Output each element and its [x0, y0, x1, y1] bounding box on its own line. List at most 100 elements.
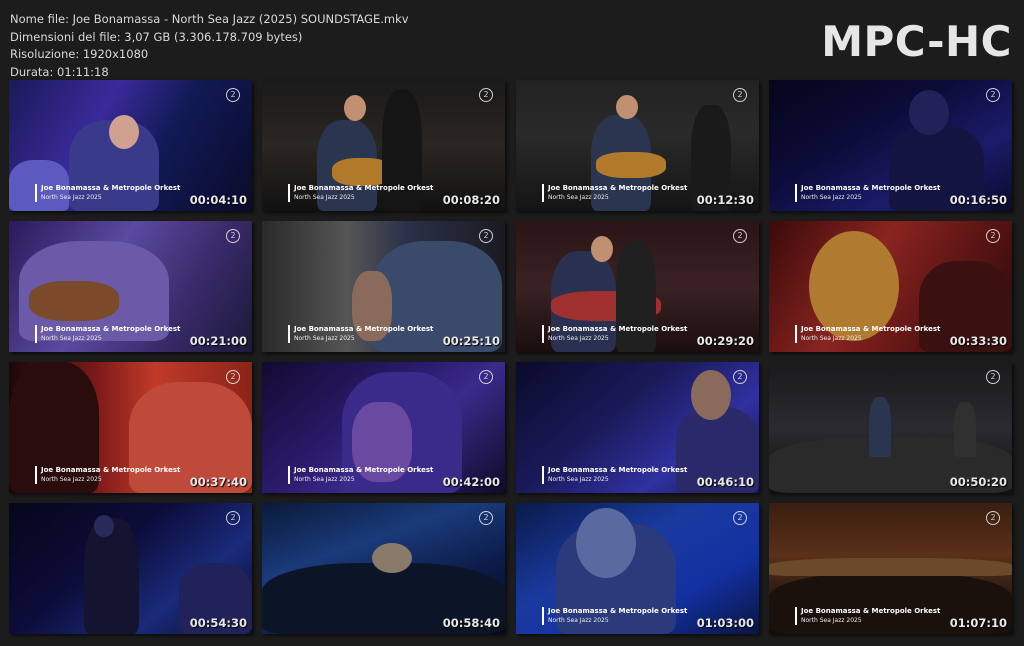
- caption-title: Joe Bonamassa & Metropole Orkest: [801, 325, 941, 333]
- lower-third-caption: Joe Bonamassa & Metropole Orkest North Se…: [542, 184, 687, 202]
- video-thumbnail: 2 Joe Bonamassa & Metropole Orkest North S…: [262, 80, 505, 211]
- scene-shape: [954, 402, 976, 457]
- caption-subtitle: North Sea Jazz 2025: [41, 194, 102, 201]
- thumbnail-timestamp: 00:50:20: [949, 475, 1007, 489]
- thumbnail-timestamp: 00:16:50: [949, 193, 1007, 207]
- video-thumbnail: 2 Joe Bonamassa & Metropole Orkest North S…: [9, 362, 252, 493]
- caption-subtitle: North Sea Jazz 2025: [548, 476, 609, 483]
- caption-title: Joe Bonamassa & Metropole Orkest: [548, 607, 688, 615]
- scene-shape: [591, 236, 613, 262]
- caption-subtitle: North Sea Jazz 2025: [548, 194, 609, 201]
- lower-third-caption: Joe Bonamassa & Metropole Orkest North Se…: [795, 184, 940, 202]
- video-thumbnail: 2 00:50:20: [769, 362, 1012, 493]
- caption-title: Joe Bonamassa & Metropole Orkest: [548, 466, 688, 474]
- thumbnail-timestamp: 00:46:10: [696, 475, 754, 489]
- video-thumbnail: 2 00:54:30: [9, 503, 252, 634]
- lower-third-caption: Joe Bonamassa & Metropole Orkest North Se…: [542, 607, 687, 625]
- channel-logo-icon: 2: [479, 370, 495, 384]
- scene-shape: [84, 518, 139, 634]
- caption-title: Joe Bonamassa & Metropole Orkest: [801, 607, 941, 615]
- caption-title: Joe Bonamassa & Metropole Orkest: [41, 184, 181, 192]
- channel-logo-icon: 2: [733, 511, 749, 525]
- channel-logo-icon: 2: [226, 511, 242, 525]
- video-thumbnail: 2 Joe Bonamassa & Metropole Orkest North S…: [769, 221, 1012, 352]
- video-thumbnail: 2 Joe Bonamassa & Metropole Orkest North S…: [262, 221, 505, 352]
- thumbnail-timestamp: 00:04:10: [189, 193, 247, 207]
- channel-logo-icon: 2: [226, 370, 242, 384]
- lower-third-caption: Joe Bonamassa & Metropole Orkest North Se…: [795, 607, 940, 625]
- scene-shape: [869, 397, 891, 457]
- lower-third-caption: Joe Bonamassa & Metropole Orkest North Se…: [288, 325, 433, 343]
- video-thumbnail: 2 Joe Bonamassa & Metropole Orkest North S…: [262, 362, 505, 493]
- thumbnail-timestamp: 00:54:30: [189, 616, 247, 630]
- caption-title: Joe Bonamassa & Metropole Orkest: [294, 325, 434, 333]
- video-thumbnail: 2 Joe Bonamassa & Metropole Orkest North S…: [516, 221, 759, 352]
- scene-shape: [616, 95, 638, 119]
- video-thumbnail: 2 Joe Bonamassa & Metropole Orkest North S…: [769, 80, 1012, 211]
- channel-logo-icon: 2: [986, 229, 1002, 243]
- scene-shape: [29, 281, 119, 321]
- channel-logo-icon: 2: [733, 229, 749, 243]
- thumbnail-timestamp: 00:37:40: [189, 475, 247, 489]
- scene-shape: [596, 152, 666, 178]
- thumbnail-timestamp: 01:03:00: [696, 616, 754, 630]
- file-name: Nome file: Joe Bonamassa - North Sea Jaz…: [10, 12, 409, 26]
- scene-shape: [372, 543, 412, 573]
- caption-title: Joe Bonamassa & Metropole Orkest: [548, 325, 688, 333]
- scene-shape: [109, 115, 139, 149]
- thumbnail-timestamp: 00:33:30: [949, 334, 1007, 348]
- video-thumbnail: 2 00:58:40: [262, 503, 505, 634]
- channel-logo-icon: 2: [226, 229, 242, 243]
- channel-logo-icon: 2: [986, 370, 1002, 384]
- file-size: Dimensioni del file: 3,07 GB (3.306.178.…: [10, 29, 303, 44]
- caption-subtitle: North Sea Jazz 2025: [294, 476, 355, 483]
- video-thumbnail: 2 Joe Bonamassa & Metropole Orkest North S…: [9, 221, 252, 352]
- caption-subtitle: North Sea Jazz 2025: [41, 335, 102, 342]
- caption-title: Joe Bonamassa & Metropole Orkest: [294, 466, 434, 474]
- scene-shape: [909, 90, 949, 135]
- caption-title: Joe Bonamassa & Metropole Orkest: [801, 184, 941, 192]
- video-thumbnail: 2 Joe Bonamassa & Metropole Orkest North S…: [769, 503, 1012, 634]
- caption-subtitle: North Sea Jazz 2025: [801, 194, 862, 201]
- caption-subtitle: North Sea Jazz 2025: [801, 617, 862, 624]
- video-thumbnail: 2 Joe Bonamassa & Metropole Orkest North S…: [516, 503, 759, 634]
- lower-third-caption: Joe Bonamassa & Metropole Orkest North Se…: [35, 325, 180, 343]
- file-info: Nome file: Joe Bonamassa - North Sea Jaz…: [10, 11, 409, 81]
- caption-subtitle: North Sea Jazz 2025: [41, 476, 102, 483]
- thumbnail-timestamp: 00:42:00: [442, 475, 500, 489]
- thumbnail-timestamp: 00:21:00: [189, 334, 247, 348]
- caption-title: Joe Bonamassa & Metropole Orkest: [41, 325, 181, 333]
- thumbnail-timestamp: 00:08:20: [442, 193, 500, 207]
- caption-title: Joe Bonamassa & Metropole Orkest: [41, 466, 181, 474]
- lower-third-caption: Joe Bonamassa & Metropole Orkest North Se…: [288, 184, 433, 202]
- lower-third-caption: Joe Bonamassa & Metropole Orkest North Se…: [542, 466, 687, 484]
- thumbnail-timestamp: 01:07:10: [949, 616, 1007, 630]
- thumbnail-timestamp: 00:12:30: [696, 193, 754, 207]
- video-thumbnail: 2 Joe Bonamassa & Metropole Orkest North S…: [516, 362, 759, 493]
- video-thumbnail: 2 Joe Bonamassa & Metropole Orkest North S…: [516, 80, 759, 211]
- scene-shape: [94, 515, 114, 537]
- channel-logo-icon: 2: [986, 88, 1002, 102]
- resolution: Risoluzione: 1920x1080: [10, 47, 149, 61]
- channel-logo-icon: 2: [479, 511, 495, 525]
- lower-third-caption: Joe Bonamassa & Metropole Orkest North Se…: [542, 325, 687, 343]
- duration: Durata: 01:11:18: [10, 64, 109, 79]
- caption-subtitle: North Sea Jazz 2025: [294, 194, 355, 201]
- thumbnail-grid: 2 Joe Bonamassa & Metropole Orkest North S…: [9, 80, 1015, 635]
- caption-title: Joe Bonamassa & Metropole Orkest: [294, 184, 434, 192]
- channel-logo-icon: 2: [479, 88, 495, 102]
- channel-logo-icon: 2: [479, 229, 495, 243]
- thumbnail-timestamp: 00:25:10: [442, 334, 500, 348]
- scene-shape: [576, 508, 636, 578]
- video-thumbnail: 2 Joe Bonamassa & Metropole Orkest North S…: [9, 80, 252, 211]
- channel-logo-icon: 2: [733, 88, 749, 102]
- channel-logo-icon: 2: [733, 370, 749, 384]
- scene-shape: [691, 370, 731, 420]
- channel-logo-icon: 2: [226, 88, 242, 102]
- mpc-hc-logo: MPC-HC: [821, 17, 1012, 66]
- lower-third-caption: Joe Bonamassa & Metropole Orkest North Se…: [795, 325, 940, 343]
- caption-subtitle: North Sea Jazz 2025: [548, 335, 609, 342]
- caption-subtitle: North Sea Jazz 2025: [801, 335, 862, 342]
- caption-title: Joe Bonamassa & Metropole Orkest: [548, 184, 688, 192]
- channel-logo-icon: 2: [986, 511, 1002, 525]
